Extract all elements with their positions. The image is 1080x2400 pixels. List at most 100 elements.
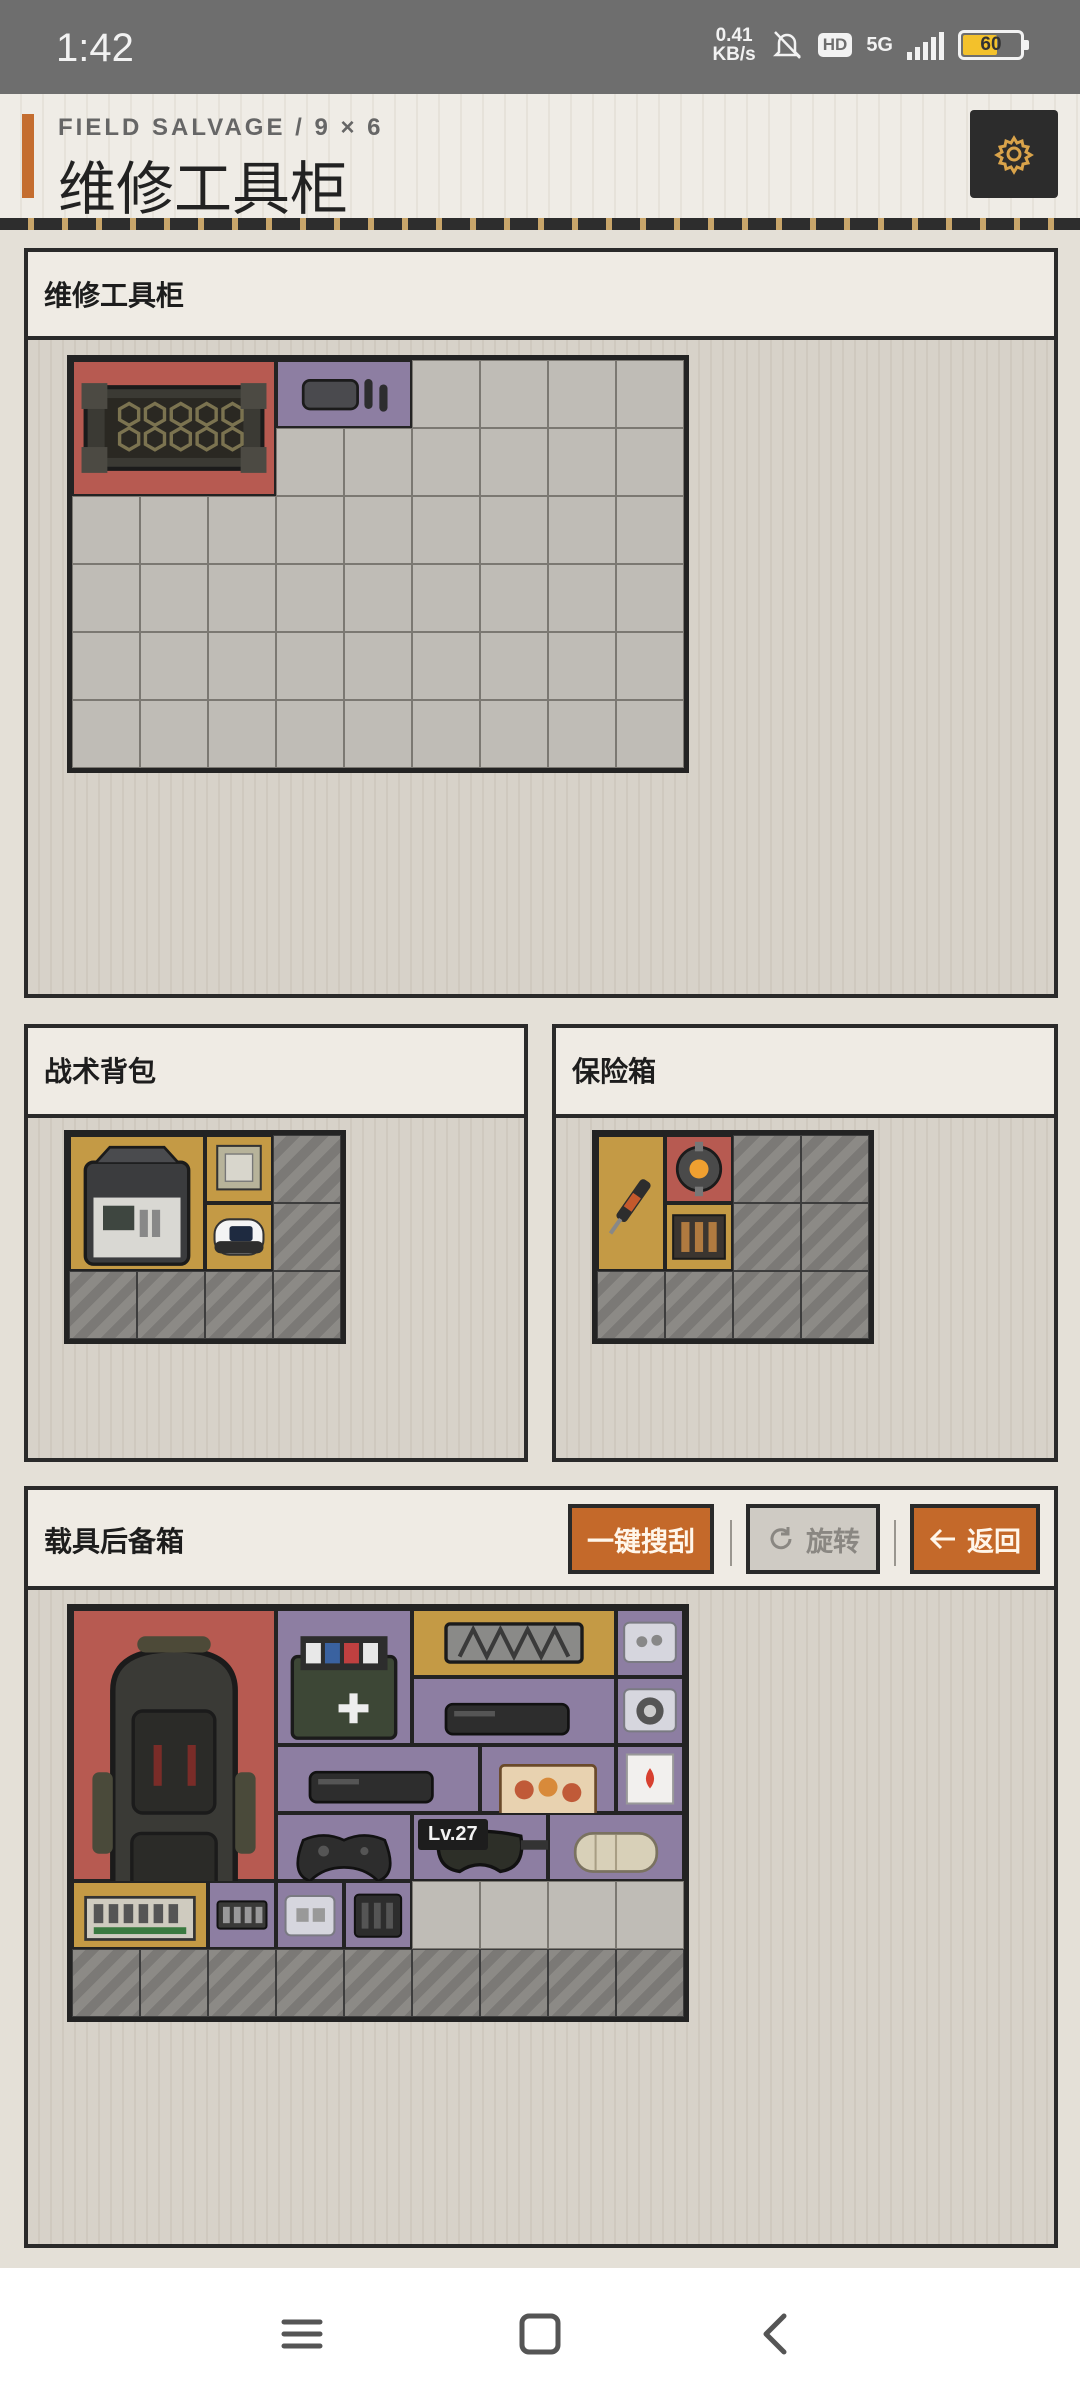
inventory-item[interactable]: [205, 1135, 273, 1203]
empty-slot[interactable]: [140, 700, 208, 768]
menu-icon[interactable]: [272, 2304, 332, 2364]
empty-slot[interactable]: [412, 1881, 480, 1949]
empty-slot[interactable]: [616, 632, 684, 700]
empty-slot[interactable]: [276, 496, 344, 564]
cabinet-grid: [67, 355, 689, 773]
inventory-item[interactable]: [208, 1881, 276, 1949]
empty-slot[interactable]: [344, 496, 412, 564]
empty-slot[interactable]: [412, 496, 480, 564]
battery-pack-icon: [216, 1900, 268, 1930]
inventory-item[interactable]: [548, 1813, 684, 1881]
safe-panel: 保险箱: [552, 1024, 1058, 1462]
empty-slot[interactable]: [480, 632, 548, 700]
empty-slot[interactable]: [344, 632, 412, 700]
empty-slot[interactable]: [344, 564, 412, 632]
inventory-item[interactable]: [72, 1609, 276, 1881]
search-all-button[interactable]: 一键搜刮: [568, 1504, 714, 1574]
inventory-item[interactable]: [616, 1677, 684, 1745]
empty-slot[interactable]: [616, 428, 684, 496]
back-icon[interactable]: [746, 2304, 806, 2364]
empty-slot[interactable]: [616, 360, 684, 428]
empty-slot[interactable]: [412, 564, 480, 632]
home-icon[interactable]: [510, 2304, 570, 2364]
arrow-left-icon: [929, 1528, 955, 1550]
empty-slot[interactable]: [548, 1881, 616, 1949]
empty-slot[interactable]: [140, 632, 208, 700]
locked-slot: [801, 1271, 869, 1339]
empty-slot[interactable]: [276, 428, 344, 496]
inventory-item[interactable]: [276, 360, 412, 428]
empty-slot[interactable]: [208, 700, 276, 768]
empty-slot[interactable]: [140, 564, 208, 632]
inventory-item[interactable]: [412, 1677, 616, 1745]
empty-slot[interactable]: [140, 496, 208, 564]
safe-grid: [592, 1130, 874, 1344]
inventory-item[interactable]: [276, 1745, 480, 1813]
inventory-item[interactable]: [72, 360, 276, 496]
empty-slot[interactable]: [548, 428, 616, 496]
inventory-item[interactable]: [276, 1881, 344, 1949]
empty-slot[interactable]: [72, 496, 140, 564]
back-button[interactable]: 返回: [910, 1504, 1040, 1574]
empty-slot[interactable]: [208, 632, 276, 700]
inventory-item[interactable]: [616, 1609, 684, 1677]
empty-slot[interactable]: [208, 564, 276, 632]
inventory-item[interactable]: [665, 1135, 733, 1203]
empty-slot[interactable]: [616, 496, 684, 564]
inventory-item[interactable]: [205, 1203, 273, 1271]
empty-slot[interactable]: [548, 496, 616, 564]
empty-slot[interactable]: [72, 632, 140, 700]
empty-slot[interactable]: [412, 700, 480, 768]
empty-slot[interactable]: [412, 632, 480, 700]
empty-slot[interactable]: [480, 360, 548, 428]
screw-case-icon: [623, 1621, 677, 1664]
electronics-case-icon: [83, 1145, 191, 1266]
portable-scanner-icon: [308, 1770, 434, 1804]
empty-slot[interactable]: [548, 632, 616, 700]
empty-slot[interactable]: [412, 428, 480, 496]
cpu-chip-icon: [216, 1144, 262, 1191]
empty-slot[interactable]: [616, 700, 684, 768]
empty-slot[interactable]: [72, 700, 140, 768]
status-icons: 0.41 KB/s HD 5G 60: [712, 26, 1029, 64]
locked-slot: [344, 1949, 412, 2017]
empty-slot[interactable]: [72, 564, 140, 632]
empty-slot[interactable]: [480, 428, 548, 496]
empty-slot[interactable]: [616, 1881, 684, 1949]
inventory-item[interactable]: [480, 1745, 616, 1813]
inventory-item[interactable]: [276, 1813, 412, 1881]
inventory-item[interactable]: [72, 1881, 208, 1949]
inventory-item[interactable]: [412, 1609, 616, 1677]
empty-slot[interactable]: [276, 632, 344, 700]
inventory-item[interactable]: [69, 1135, 205, 1271]
settings-button[interactable]: [970, 110, 1058, 198]
inventory-item[interactable]: [344, 1881, 412, 1949]
toolbar-divider: [730, 1520, 732, 1566]
empty-slot[interactable]: [480, 1881, 548, 1949]
empty-slot[interactable]: [548, 564, 616, 632]
empty-slot[interactable]: [548, 700, 616, 768]
header-accent-bar: [22, 114, 34, 198]
empty-slot[interactable]: [344, 428, 412, 496]
empty-slot[interactable]: [480, 496, 548, 564]
hd-badge: HD: [817, 33, 853, 57]
empty-slot[interactable]: [208, 496, 276, 564]
inventory-item[interactable]: [616, 1745, 684, 1813]
inventory-item[interactable]: [665, 1203, 733, 1271]
rotate-button[interactable]: 旋转: [746, 1504, 880, 1574]
locked-slot: [137, 1271, 205, 1339]
inventory-item[interactable]: Lv.27: [412, 1813, 548, 1881]
inventory-item[interactable]: [276, 1609, 412, 1745]
status-time: 1:42: [56, 26, 134, 70]
empty-slot[interactable]: [412, 360, 480, 428]
locked-slot: [276, 1949, 344, 2017]
cabinet-panel-body: [28, 340, 1054, 994]
empty-slot[interactable]: [276, 700, 344, 768]
empty-slot[interactable]: [480, 700, 548, 768]
empty-slot[interactable]: [344, 700, 412, 768]
empty-slot[interactable]: [480, 564, 548, 632]
empty-slot[interactable]: [548, 360, 616, 428]
inventory-item[interactable]: [597, 1135, 665, 1271]
empty-slot[interactable]: [276, 564, 344, 632]
empty-slot[interactable]: [616, 564, 684, 632]
